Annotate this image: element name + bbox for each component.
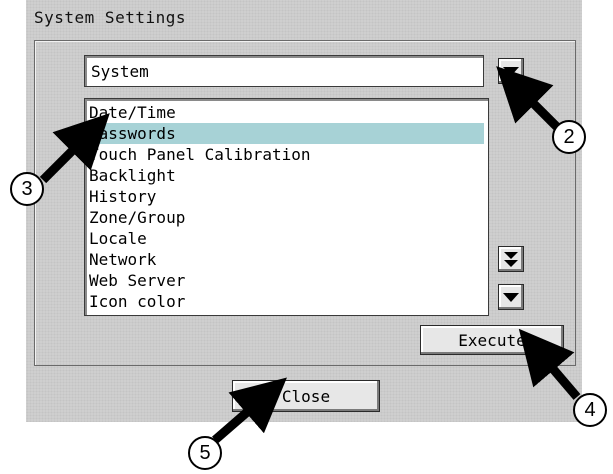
callout-3: 3 (10, 172, 44, 206)
callout-2: 2 (552, 120, 586, 154)
callout-5: 5 (188, 436, 222, 470)
callout-4: 4 (573, 393, 607, 427)
callout-arrows (39, 66, 581, 444)
callout-arrow-3 (39, 113, 110, 184)
callout-arrow-4 (518, 328, 581, 400)
callout-arrow-5 (212, 377, 287, 444)
